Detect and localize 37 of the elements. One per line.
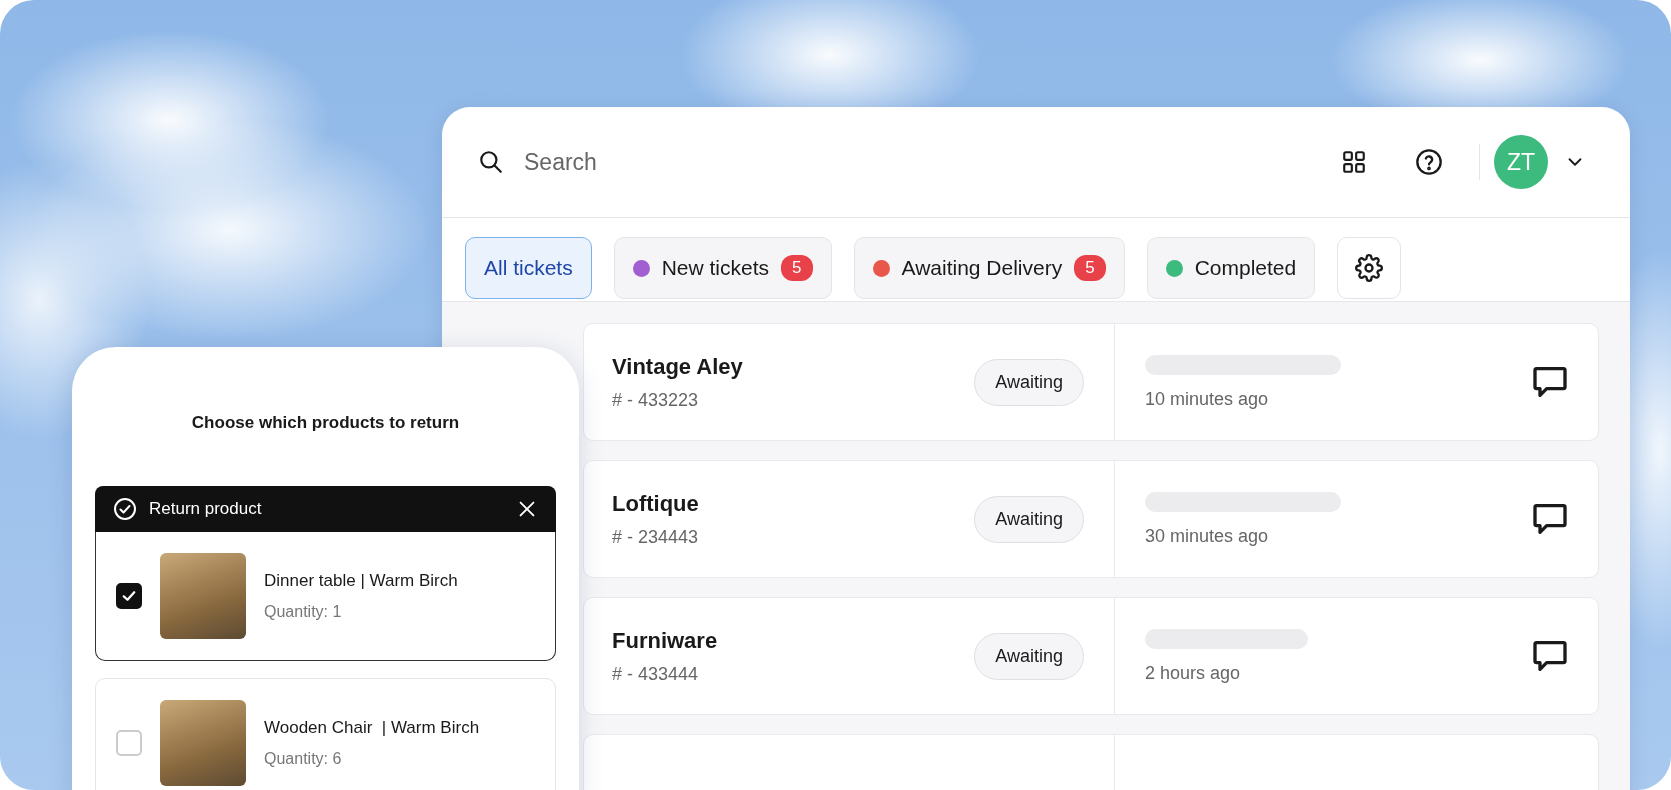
filter-tab[interactable]: All tickets bbox=[465, 237, 592, 299]
ticket-card[interactable]: Vintage Aley # - 433223 Awaiting 10 minutes ago bbox=[583, 323, 1599, 441]
checkbox[interactable] bbox=[116, 583, 142, 609]
ticket-name: Furniware bbox=[612, 627, 718, 654]
grid-icon bbox=[1341, 149, 1367, 175]
search-icon bbox=[478, 149, 504, 175]
ticket-number: # - 234443 bbox=[612, 526, 699, 548]
status-pill: Awaiting bbox=[974, 495, 1084, 543]
count-badge: 5 bbox=[1074, 255, 1106, 281]
product-item[interactable]: Wooden Chair | Warm Birch Quantity: 6 bbox=[95, 678, 556, 790]
ticket-number: # - 433444 bbox=[612, 663, 700, 685]
ticket-card[interactable]: Loftique # - 234443 Awaiting 30 minutes ago bbox=[583, 460, 1599, 578]
ticket-name: Loftique bbox=[612, 490, 699, 517]
settings-button[interactable] bbox=[1337, 237, 1402, 299]
ticket-time: 10 minutes ago bbox=[1145, 388, 1270, 410]
settings-icon bbox=[1355, 254, 1384, 282]
product-name: Dinner table | Warm Birch bbox=[264, 571, 458, 591]
filter-tab[interactable]: Awaiting Delivery 5 bbox=[853, 237, 1125, 299]
product-name: Wooden Chair | Warm Birch bbox=[264, 717, 480, 738]
ticket-name: Vintage Aley bbox=[612, 353, 743, 380]
banner-text: Return product bbox=[149, 499, 263, 519]
status-pill: Awaiting bbox=[974, 358, 1084, 406]
filter-tab[interactable]: New tickets 5 bbox=[613, 237, 832, 299]
ticket-time: 30 minutes ago bbox=[1145, 525, 1270, 547]
help-icon bbox=[1415, 148, 1443, 176]
search-field[interactable]: Search bbox=[524, 148, 924, 176]
filter-tab[interactable]: Completed bbox=[1146, 237, 1316, 299]
status-pill: Awaiting bbox=[974, 632, 1084, 680]
ticket-number: # - 433223 bbox=[612, 389, 700, 411]
count-badge: 5 bbox=[781, 255, 813, 281]
check-circle-icon bbox=[113, 497, 137, 521]
dialog-title: Choose which products to return bbox=[190, 413, 461, 433]
product-item[interactable]: Dinner table | Warm Birch Quantity: 1 bbox=[95, 532, 556, 661]
product-quantity: Quantity: 1 bbox=[264, 603, 343, 621]
product-quantity: Quantity: 6 bbox=[264, 749, 343, 768]
ticket-time: 2 hours ago bbox=[1145, 662, 1242, 684]
ticket-card[interactable]: Furniware # - 433444 Awaiting 2 hours ago bbox=[583, 597, 1599, 715]
